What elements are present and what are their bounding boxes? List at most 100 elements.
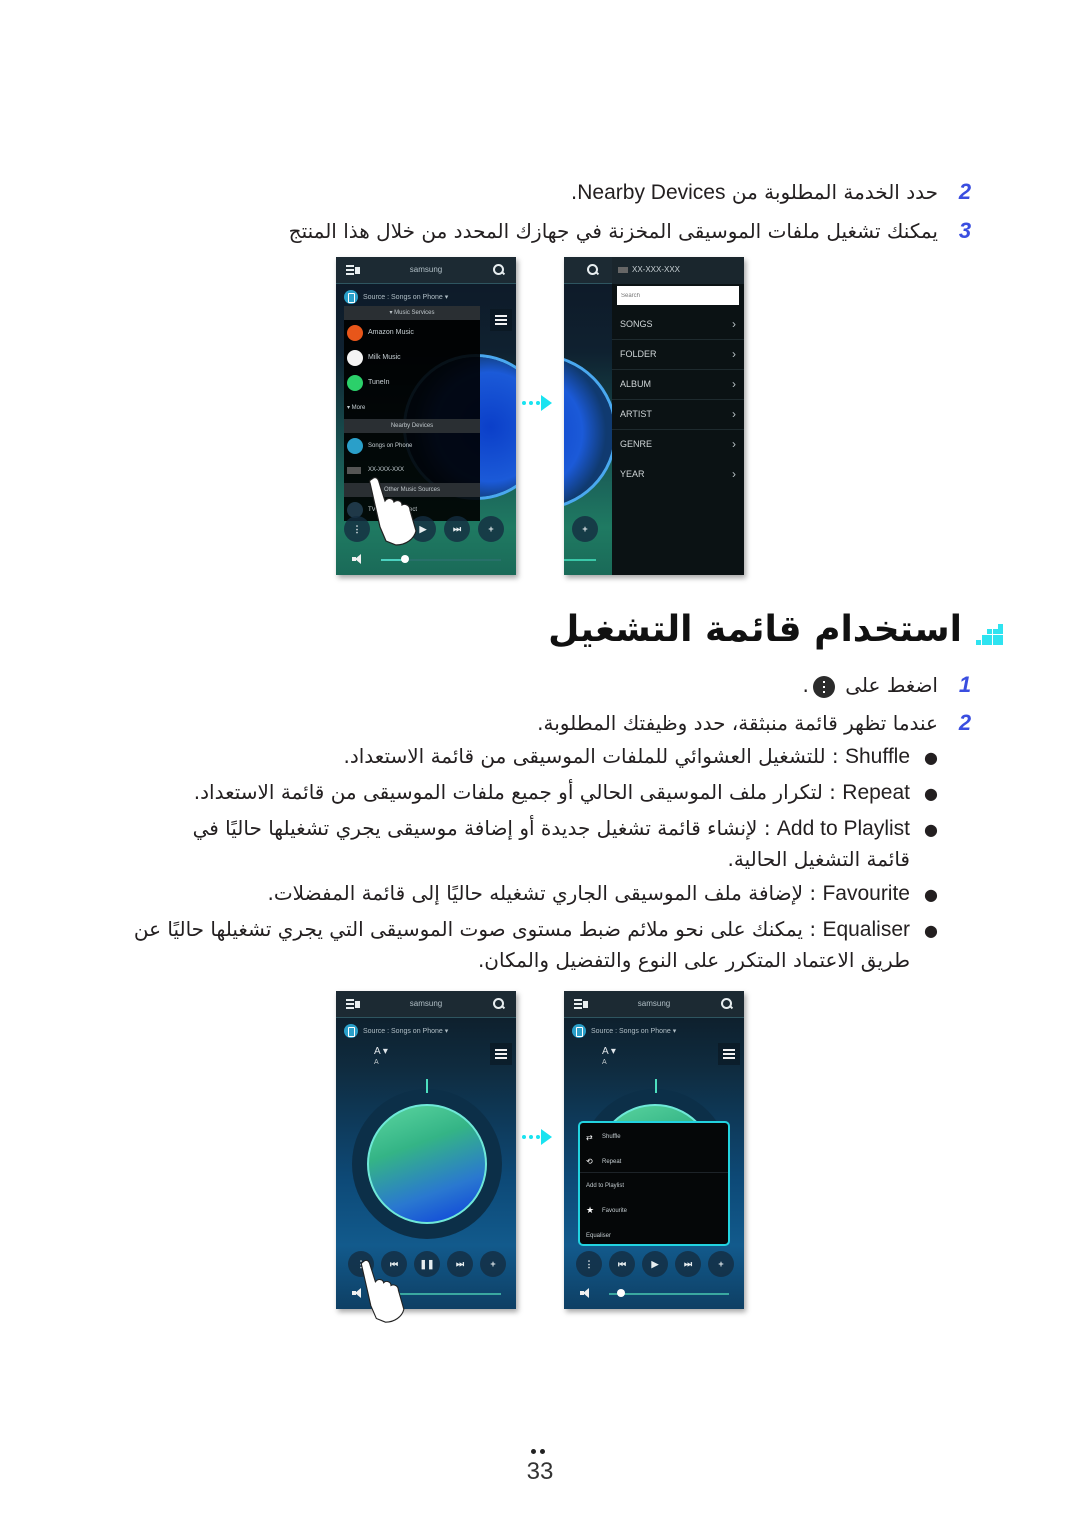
options-popup: ⇄ Shuffle ⟲ Repeat Add to Playlist ★ Fav… — [578, 1121, 730, 1246]
category-folder[interactable]: FOLDER › — [612, 340, 744, 370]
service-item[interactable]: Amazon Music — [368, 329, 414, 336]
step-number: 2 — [958, 179, 972, 204]
option-desc-cont: قائمة التشغيل الحالية. — [727, 847, 910, 871]
icon-dot — [992, 640, 998, 645]
menu-icon[interactable] — [718, 1043, 740, 1065]
step-number: 3 — [958, 218, 972, 243]
step-text: اضغط على . — [803, 671, 938, 699]
screenshot-library: + XX-XXX-XXX SONGS › FOLDER › ALBUM › ARTIS… — [564, 257, 744, 575]
popup-item-favourite[interactable]: Favourite — [602, 1208, 627, 1214]
menu-icon[interactable] — [490, 309, 512, 331]
search-icon[interactable] — [492, 263, 504, 275]
music-services-header[interactable]: ▾ Music Services — [344, 306, 480, 320]
option-name: Add to Playlist — [776, 817, 910, 840]
category-album[interactable]: ALBUM › — [612, 370, 744, 400]
source-selector[interactable]: Source : Songs on Phone ▾ — [572, 1024, 676, 1038]
track-title[interactable]: A ▾ — [374, 1046, 388, 1057]
previous-button[interactable]: ⏮ — [609, 1251, 635, 1277]
step-text-ar: حدد الخدمة المطلوبة من — [731, 180, 938, 204]
phone-icon — [344, 1024, 358, 1038]
chevron-right-icon: › — [732, 407, 736, 421]
progress-marker — [426, 1079, 428, 1093]
menu-icon[interactable] — [490, 1043, 512, 1065]
track-artist: A — [602, 1059, 607, 1066]
app-header: samsung — [564, 991, 744, 1018]
page-number: 33 — [526, 1458, 554, 1485]
add-to-playlist-button[interactable]: + — [708, 1251, 734, 1277]
volume-track[interactable] — [564, 559, 596, 561]
bullet-icon: ● — [924, 885, 938, 904]
option-desc: : لإنشاء قائمة تشغيل جديدة أو إضافة موسي… — [192, 816, 777, 840]
category-label: YEAR — [620, 469, 645, 479]
star-icon: ★ — [586, 1205, 595, 1215]
track-artist: A — [374, 1059, 379, 1066]
category-year[interactable]: YEAR › — [612, 460, 744, 490]
option-shuffle: Shuffle : للتشغيل العشوائي للملفات الموس… — [343, 742, 910, 771]
more-toggle[interactable]: ▾ More — [347, 404, 365, 411]
nearby-devices-header: Nearby Devices — [344, 419, 480, 433]
track-title[interactable]: A ▾ — [602, 1046, 616, 1057]
chevron-right-icon: › — [732, 347, 736, 361]
page-dots — [529, 1449, 549, 1455]
next-button[interactable]: ⏭ — [675, 1251, 701, 1277]
search-input[interactable] — [617, 286, 739, 305]
tunein-icon — [347, 375, 363, 391]
device-name: XX-XXX-XXX — [632, 265, 681, 274]
volume-track[interactable] — [609, 1293, 729, 1295]
popup-item-repeat[interactable]: Repeat — [602, 1159, 621, 1165]
nearby-item[interactable]: Songs on Phone — [368, 443, 412, 449]
icon-dot — [987, 640, 992, 645]
category-artist[interactable]: ARTIST › — [612, 400, 744, 430]
icon-dot — [998, 623, 1003, 629]
next-button[interactable]: ⏭ — [444, 516, 470, 542]
option-favourite: Favourite : لإضافة ملف الموسيقى الجاري ت… — [268, 879, 911, 908]
phone-icon — [344, 290, 358, 304]
search-icon[interactable] — [586, 263, 598, 275]
add-to-playlist-button[interactable]: + — [480, 1251, 506, 1277]
add-to-playlist-button[interactable]: + — [572, 516, 598, 542]
library-panel: XX-XXX-XXX SONGS › FOLDER › ALBUM › ARTIST ›… — [612, 257, 744, 575]
volume-icon — [352, 554, 366, 564]
phone-icon — [347, 438, 363, 454]
service-item[interactable]: Milk Music — [368, 354, 401, 361]
more-options-icon — [812, 675, 835, 698]
category-songs[interactable]: SONGS › — [612, 310, 744, 340]
option-name: Equaliser — [822, 918, 910, 941]
popup-item-add-to-playlist[interactable]: Add to Playlist — [586, 1183, 624, 1189]
speaker-device-icon — [347, 467, 361, 474]
step-text: حدد الخدمة المطلوبة من Nearby Devices. — [571, 178, 938, 207]
option-desc-cont: طريق الاعتماد المتكرر على النوع والتفضيل… — [477, 948, 910, 972]
option-name: Repeat — [842, 781, 910, 804]
category-genre[interactable]: GENRE › — [612, 430, 744, 460]
next-button[interactable]: ⏭ — [447, 1251, 473, 1277]
option-desc: : لإضافة ملف الموسيقى الجاري تشغيله حالي… — [267, 881, 823, 905]
volume-slider[interactable] — [617, 1289, 625, 1297]
source-selector[interactable]: Source : Songs on Phone ▾ — [344, 290, 448, 304]
popup-item-shuffle[interactable]: Shuffle — [602, 1134, 621, 1140]
play-button[interactable]: ▶ — [642, 1251, 668, 1277]
phone-icon — [572, 1024, 586, 1038]
nearby-item[interactable]: XX-XXX-XXX — [368, 467, 404, 473]
arrow-icon — [522, 393, 552, 413]
bullet-icon: ● — [924, 748, 938, 767]
popup-item-equaliser[interactable]: Equaliser — [586, 1233, 611, 1239]
service-item[interactable]: TuneIn — [368, 379, 390, 386]
source-selector[interactable]: Source : Songs on Phone ▾ — [344, 1024, 448, 1038]
volume-slider[interactable] — [401, 555, 409, 563]
search-icon[interactable] — [720, 997, 732, 1009]
section-bullet-icon — [976, 618, 1003, 645]
add-to-playlist-button[interactable]: + — [478, 516, 504, 542]
speaker-device-icon — [618, 267, 628, 273]
icon-dot — [981, 640, 987, 645]
search-icon[interactable] — [492, 997, 504, 1009]
category-label: ARTIST — [620, 409, 652, 419]
more-options-button[interactable]: ⋮ — [576, 1251, 602, 1277]
pause-button[interactable]: ❚❚ — [414, 1251, 440, 1277]
volume-icon — [580, 1288, 594, 1298]
icon-dot — [976, 640, 981, 645]
option-desc: : يمكنك على نحو ملائم ضبط مستوى صوت المو… — [133, 917, 823, 941]
screenshot-source-menu: samsung Source : Songs on Phone ▾ ▾ Musi… — [336, 257, 516, 575]
app-title: samsung — [409, 999, 443, 1008]
icon-dot — [981, 634, 987, 640]
shuffle-icon: ⇄ — [586, 1133, 593, 1142]
